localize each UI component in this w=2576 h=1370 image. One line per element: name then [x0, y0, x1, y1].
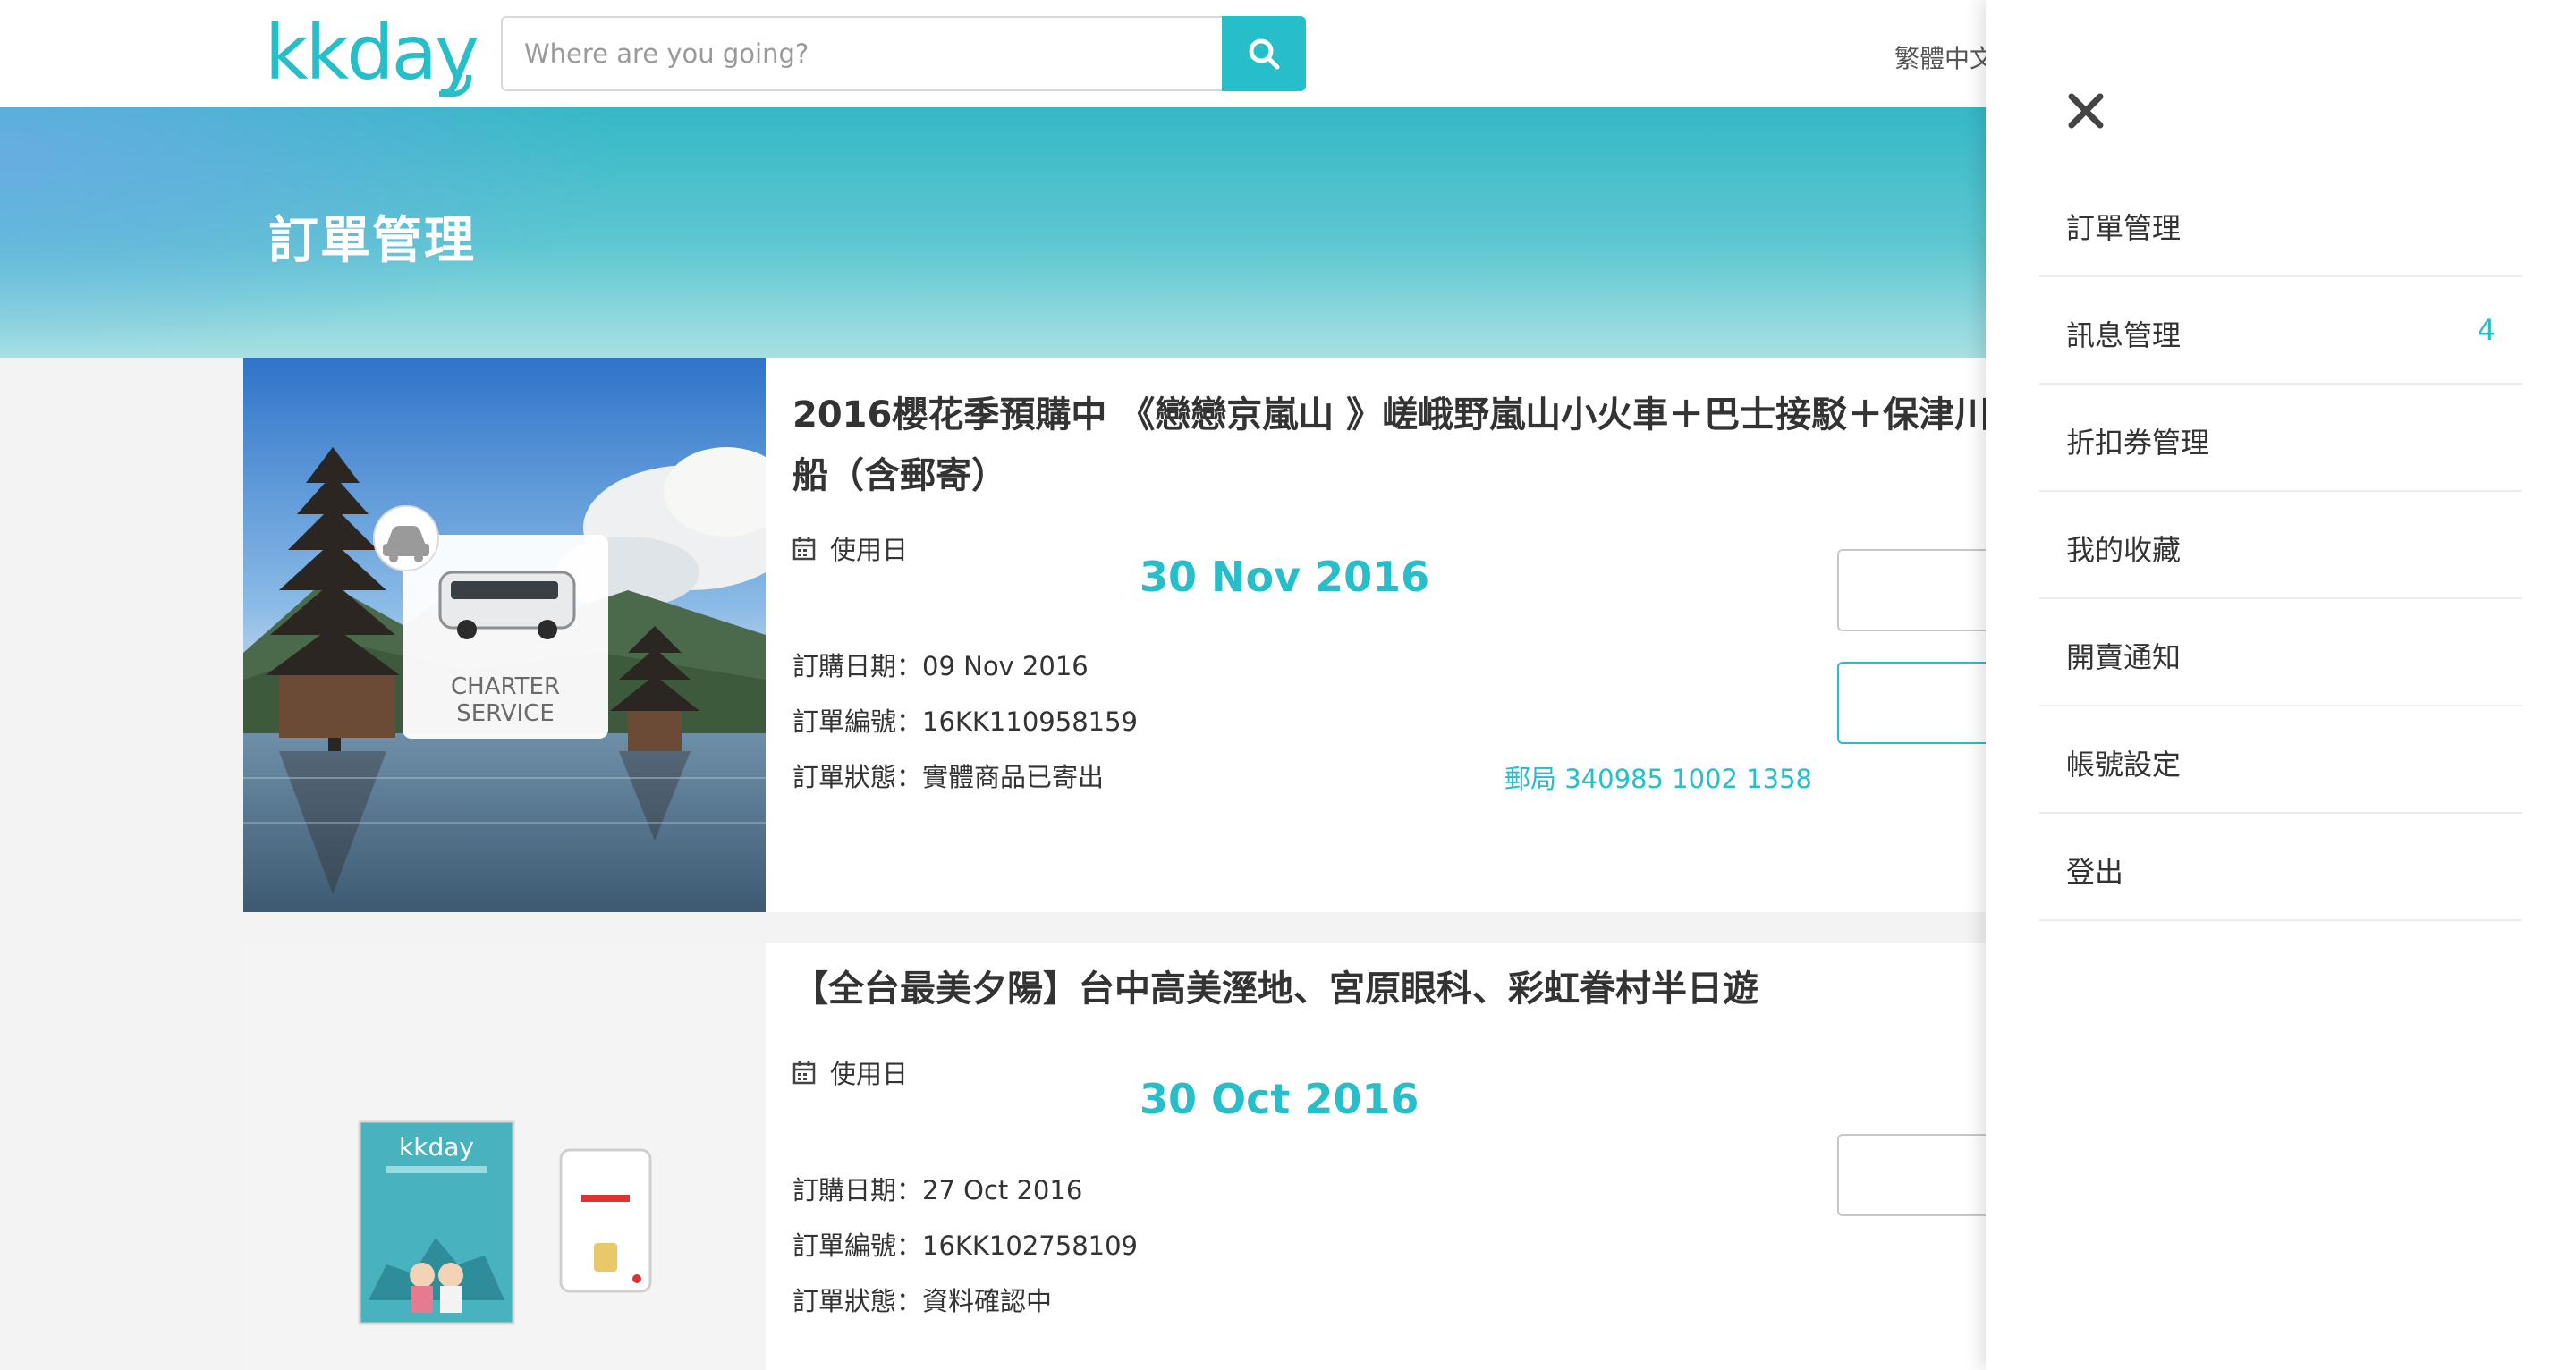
menu-item-label: 折扣券管理	[2066, 426, 2210, 460]
menu-item-logout[interactable]: 登出	[2039, 814, 2522, 921]
order-card: CHARTER SERVICE 2016櫻花季預購中 《戀戀京嵐山 》嵯峨野嵐山…	[243, 358, 2026, 912]
use-date: 30 Nov 2016	[1140, 553, 1430, 601]
order-number: 訂單編號：16KK110958159	[792, 706, 1138, 737]
calendar-icon	[792, 1061, 816, 1085]
kkday-logo[interactable]: kkday	[265, 4, 479, 102]
search-button[interactable]	[1222, 16, 1306, 91]
menu-item-label: 登出	[2066, 855, 2124, 889]
order-status: 訂單狀態：實體商品已寄出	[792, 762, 1105, 792]
language-selector[interactable]: 繁體中文	[1894, 39, 1995, 75]
close-button[interactable]	[2064, 89, 2107, 132]
package-brand: kkday	[399, 1132, 474, 1162]
close-icon	[2068, 93, 2104, 129]
order-title[interactable]: 【全台最美夕陽】台中高美溼地、宮原眼科、彩虹眷村半日遊	[792, 959, 2045, 1019]
product-image[interactable]: kkday	[243, 943, 766, 1370]
side-drawer: 訂單管理 訊息管理 4 折扣券管理 我的收藏 開賣通知 帳號設定 登出	[1986, 0, 2576, 1370]
menu-item-sale-alerts[interactable]: 開賣通知	[2039, 599, 2522, 706]
menu-item-label: 訊息管理	[2066, 318, 2182, 352]
order-card: kkday 【全台最美夕陽】台中高美溼地、宮原眼科、彩虹眷村半日遊 使用日 30…	[243, 943, 2016, 1370]
menu-item-orders[interactable]: 訂單管理	[2039, 170, 2522, 277]
menu-item-label: 我的收藏	[2066, 533, 2182, 567]
account-menu: 訂單管理 訊息管理 4 折扣券管理 我的收藏 開賣通知 帳號設定 登出	[2039, 170, 2522, 921]
menu-item-favorites[interactable]: 我的收藏	[2039, 492, 2522, 599]
order-status: 訂單狀態：資料確認中	[792, 1286, 1053, 1316]
tracking-number[interactable]: 郵局 340985 1002 1358	[1504, 758, 1812, 796]
menu-item-label: 訂單管理	[2066, 211, 2182, 245]
menu-item-coupons[interactable]: 折扣券管理	[2039, 385, 2522, 492]
unread-count-badge: 4	[2477, 313, 2496, 347]
menu-item-account-settings[interactable]: 帳號設定	[2039, 706, 2522, 814]
use-date-label: 使用日	[830, 535, 909, 565]
use-date-label-row: 使用日	[792, 1053, 908, 1091]
badge-line-2: SERVICE	[456, 700, 555, 727]
search-input[interactable]	[501, 16, 1222, 91]
calendar-icon	[792, 537, 816, 561]
search-icon	[1249, 38, 1280, 70]
page-banner: 訂單管理	[0, 107, 1986, 358]
product-image[interactable]: CHARTER SERVICE	[243, 358, 766, 912]
menu-item-label: 帳號設定	[2066, 748, 2182, 782]
order-title[interactable]: 2016櫻花季預購中 《戀戀京嵐山 》嵯峨野嵐山小火車＋巴士接駁＋保津川遊船（含…	[792, 385, 2045, 506]
use-date: 30 Oct 2016	[1140, 1075, 1419, 1123]
order-date: 訂購日期：09 Nov 2016	[792, 651, 1089, 681]
menu-item-messages[interactable]: 訊息管理 4	[2039, 277, 2522, 385]
use-date-label: 使用日	[830, 1059, 909, 1089]
search-bar	[501, 16, 1306, 91]
page-title: 訂單管理	[268, 212, 476, 270]
menu-item-label: 開賣通知	[2066, 640, 2182, 674]
badge-line-1: CHARTER	[451, 673, 560, 700]
order-number: 訂單編號：16KK102758109	[792, 1230, 1138, 1261]
order-date: 訂購日期：27 Oct 2016	[792, 1175, 1083, 1205]
use-date-label-row: 使用日	[792, 529, 908, 567]
